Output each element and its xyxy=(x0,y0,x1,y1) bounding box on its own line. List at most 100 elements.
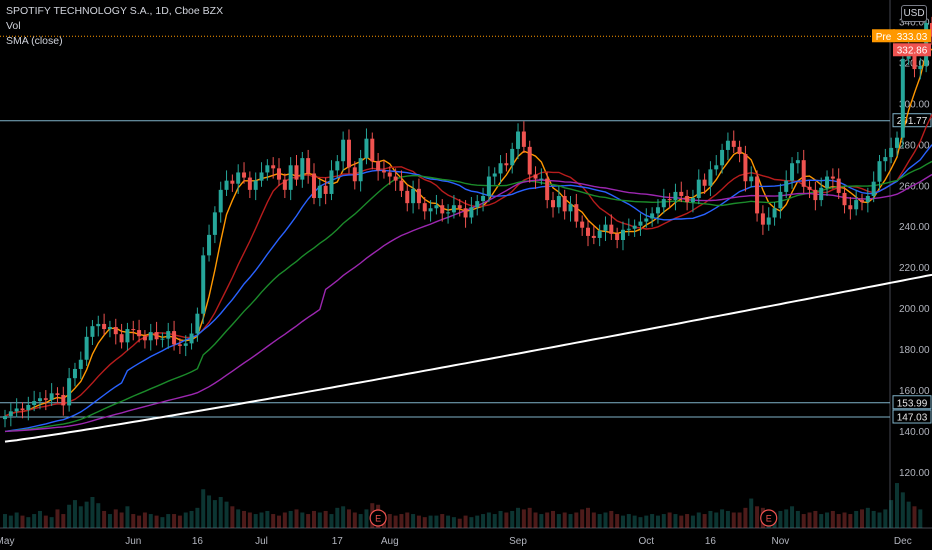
candle-body xyxy=(516,131,521,149)
candle-body xyxy=(55,393,60,395)
volume-bar xyxy=(96,503,101,528)
volume-bar xyxy=(877,512,882,528)
volume-bar xyxy=(731,512,736,528)
volume-bar xyxy=(545,512,550,528)
volume-indicator-label[interactable]: Vol xyxy=(6,19,223,34)
sma-line xyxy=(4,160,932,433)
candle-body xyxy=(317,185,322,199)
volume-bar xyxy=(335,507,340,528)
volume-bar xyxy=(539,514,544,528)
candle-body xyxy=(720,149,725,166)
volume-bar xyxy=(661,514,666,528)
volume-bar xyxy=(440,514,445,528)
candle-body xyxy=(690,198,695,203)
volume-bar xyxy=(230,506,235,528)
x-tick-label: 16 xyxy=(705,536,717,547)
volume-bar xyxy=(393,515,398,528)
candle-body xyxy=(26,404,31,411)
candle-body xyxy=(61,394,66,406)
candle-body xyxy=(393,176,398,181)
volume-bar xyxy=(486,512,491,528)
volume-bar xyxy=(253,514,258,528)
candle-body xyxy=(8,411,13,417)
volume-bar xyxy=(300,512,305,528)
candle-body xyxy=(78,359,83,369)
candle-body xyxy=(125,329,130,343)
volume-bar xyxy=(84,501,89,528)
earnings-marker-label: E xyxy=(375,514,381,524)
chart-root[interactable]: 120.00 140.00 160.00 180.00 200.00 220.00 240.… xyxy=(0,0,932,550)
candle-body xyxy=(218,189,223,213)
volume-bar xyxy=(650,514,655,528)
volume-bar xyxy=(580,509,585,528)
level-price-label: 147.03 xyxy=(897,413,928,424)
earnings-marker-label: E xyxy=(766,514,772,524)
x-tick-label: 17 xyxy=(332,536,344,547)
volume-bar xyxy=(358,514,363,528)
candle-body xyxy=(20,408,25,411)
volume-bar xyxy=(795,510,800,528)
volume-bar xyxy=(615,514,620,528)
volume-bar xyxy=(778,510,783,528)
candle-body xyxy=(766,217,771,225)
volume-bar xyxy=(148,514,153,528)
candle-body xyxy=(265,165,270,173)
candle-body xyxy=(189,333,194,344)
candle-body xyxy=(918,66,923,70)
candle-body xyxy=(311,173,316,199)
volume-bar xyxy=(405,512,410,528)
x-tick-label: Nov xyxy=(771,536,789,547)
volume-bar xyxy=(696,512,701,528)
volume-bar xyxy=(900,492,905,528)
candle-body xyxy=(626,228,631,230)
volume-bar xyxy=(282,512,287,528)
candle-body xyxy=(574,204,579,222)
volume-bar xyxy=(113,509,118,528)
volume-bar xyxy=(247,512,252,528)
candle-body xyxy=(527,146,532,175)
volume-bar xyxy=(434,515,439,528)
sma-indicator-label[interactable]: SMA (close) xyxy=(6,34,223,49)
volume-bar xyxy=(422,517,427,528)
candle-body xyxy=(650,213,655,219)
candle-body xyxy=(784,180,789,192)
volume-bar xyxy=(177,515,182,528)
volume-bar xyxy=(597,514,602,528)
candle-body xyxy=(166,331,171,339)
volume-bar xyxy=(352,512,357,528)
price-chart[interactable]: 120.00140.00160.00180.00200.00220.00240.… xyxy=(0,0,932,550)
volume-bar xyxy=(813,510,818,528)
candle-body xyxy=(481,195,486,202)
candle-body xyxy=(107,327,112,330)
currency-button[interactable]: USD xyxy=(901,5,927,22)
candle-body xyxy=(498,163,503,174)
candle-body xyxy=(597,230,602,238)
volume-bar xyxy=(469,517,474,528)
volume-bar xyxy=(504,512,509,528)
x-tick-label: Sep xyxy=(509,536,527,547)
symbol-title[interactable]: SPOTIFY TECHNOLOGY S.A., 1D, Cboe BZX xyxy=(6,4,223,19)
volume-bar xyxy=(72,500,77,528)
volume-bar xyxy=(720,509,725,528)
candle-body xyxy=(131,329,136,331)
candle-body xyxy=(416,188,421,204)
volume-bar xyxy=(749,498,754,528)
volume-bar xyxy=(20,515,25,528)
volume-bar xyxy=(807,512,812,528)
candle-body xyxy=(772,208,777,218)
volume-bar xyxy=(90,497,95,528)
candle-body xyxy=(341,139,346,162)
volume-bar xyxy=(189,510,194,528)
candle-body xyxy=(819,187,824,201)
candle-body xyxy=(889,147,894,158)
volume-bar xyxy=(784,509,789,528)
volume-bar xyxy=(3,514,7,528)
volume-bar xyxy=(154,515,159,528)
candle-body xyxy=(96,323,101,327)
candle-body xyxy=(3,416,7,420)
volume-bar xyxy=(306,514,311,528)
candle-body xyxy=(894,137,899,148)
volume-bar xyxy=(667,512,672,528)
candle-body xyxy=(434,205,439,209)
volume-bar xyxy=(207,495,212,528)
